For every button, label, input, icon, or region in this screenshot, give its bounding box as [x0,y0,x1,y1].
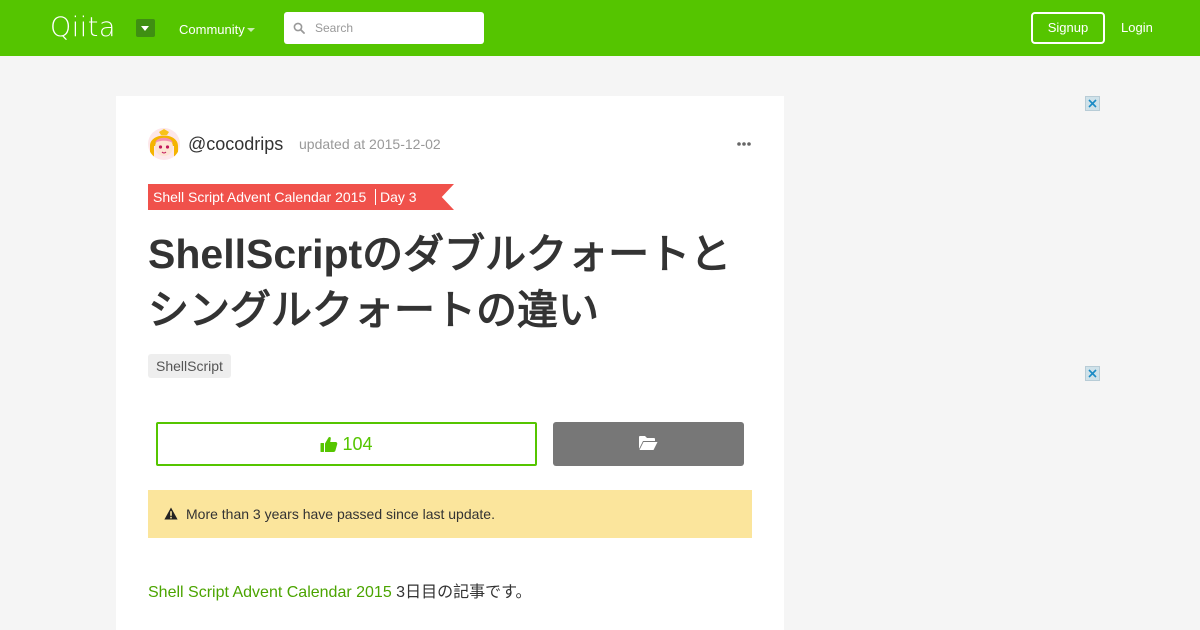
qiita-logo[interactable]: Qiita [50,13,116,43]
search-icon [293,22,305,34]
folder-open-icon [639,436,658,450]
ad-close-button[interactable] [1085,96,1100,111]
close-icon [1088,99,1097,108]
stock-button[interactable] [553,422,744,466]
like-button[interactable]: 104 [156,422,537,466]
outdated-alert: More than 3 years have passed since last… [148,490,752,538]
advent-calendar-ribbon[interactable]: Shell Script Advent Calendar 2015 Day 3 [148,184,454,210]
avatar[interactable] [148,128,180,160]
calendar-name: Shell Script Advent Calendar 2015 [153,189,367,205]
warning-icon [164,507,178,520]
community-caret-icon[interactable] [247,28,255,32]
ellipsis-icon[interactable] [736,140,752,148]
article-title: ShellScriptのダブルクォートとシングルクォートの違い [148,231,732,333]
alert-message: More than 3 years have passed since last… [186,506,495,522]
calendar-day: Day 3 [380,189,417,205]
updated-date: updated at 2015-12-02 [299,136,441,152]
community-menu[interactable]: Community [179,22,245,38]
article-intro: Shell Script Advent Calendar 2015 3日目の記事… [148,583,531,603]
search-box [284,12,484,44]
tag-shellscript[interactable]: ShellScript [148,354,231,378]
intro-text: 3日目の記事です。 [391,584,532,601]
search-input[interactable] [315,12,479,44]
article-card: @cocodrips updated at 2015-12-02 Shell S… [116,96,784,630]
thumbs-up-icon [320,436,338,452]
global-header: Qiita Community Signup Login [0,0,1200,56]
avatar-image [148,128,180,160]
login-link[interactable]: Login [1121,20,1153,36]
like-count: 104 [342,433,373,454]
ad-close-button[interactable] [1085,366,1100,381]
advent-calendar-link[interactable]: Shell Script Advent Calendar 2015 [148,584,392,601]
ribbon-divider [375,189,376,205]
author-username[interactable]: @cocodrips [188,133,283,155]
caret-down-icon[interactable] [136,19,155,37]
signup-button[interactable]: Signup [1031,12,1105,44]
close-icon [1088,369,1097,378]
